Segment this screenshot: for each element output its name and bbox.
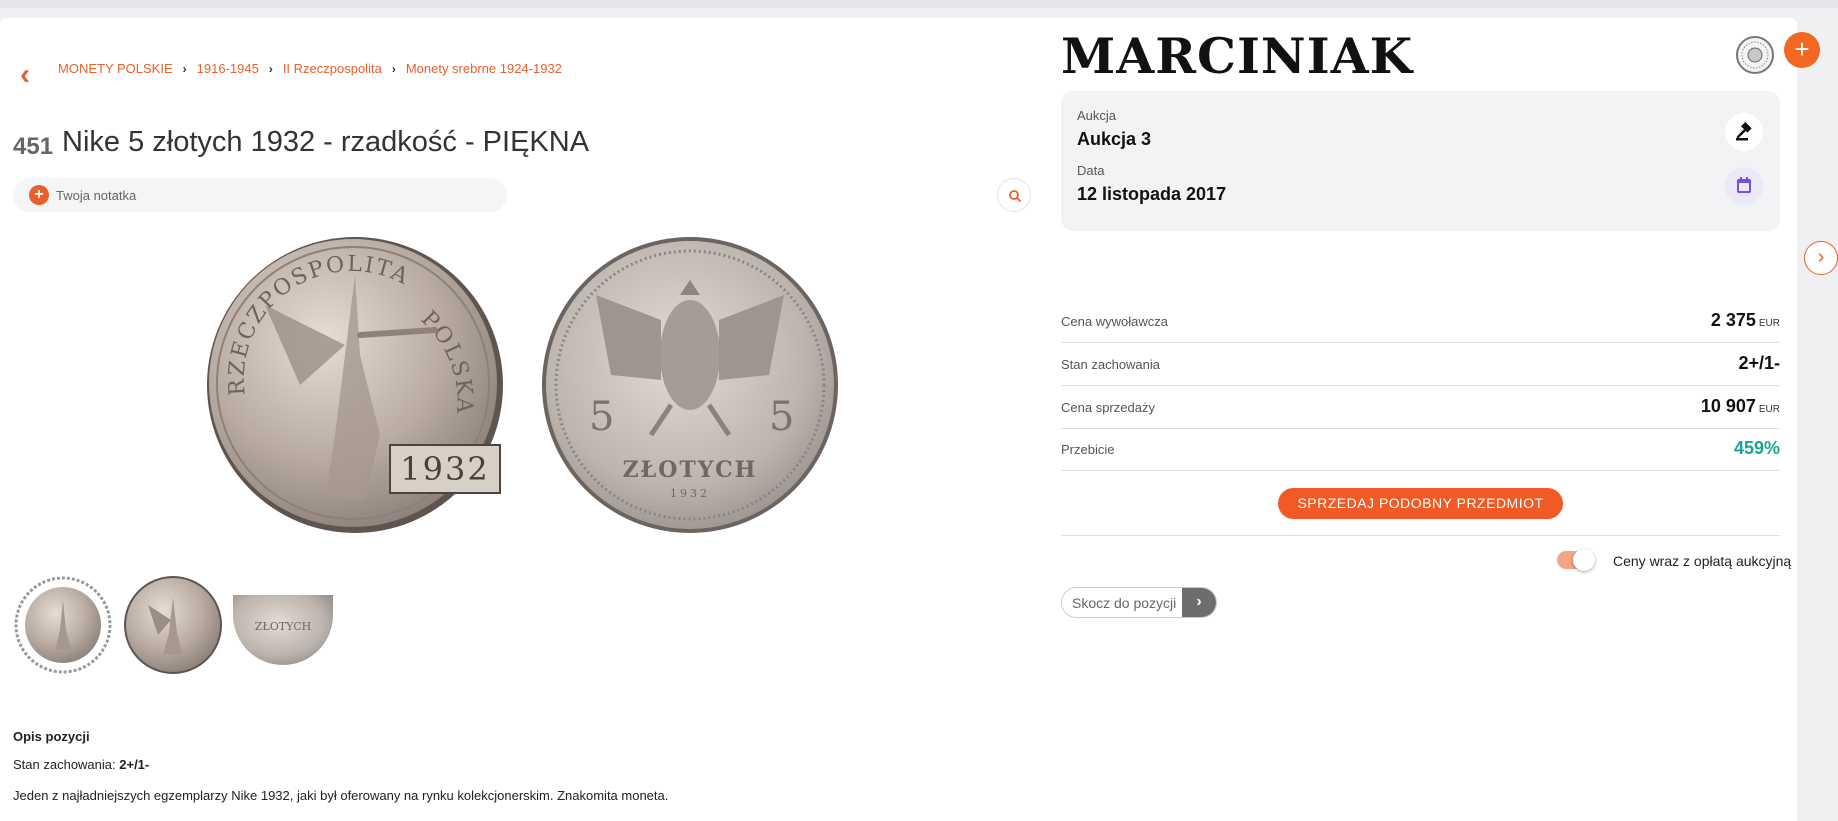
- note-field[interactable]: + Twoja notatka: [13, 178, 507, 212]
- breadcrumb-item-monety-polskie[interactable]: MONETY POLSKIE: [58, 61, 173, 76]
- breadcrumb: MONETY POLSKIE › 1916-1945 › II Rzeczpos…: [58, 61, 562, 76]
- gavel-icon[interactable]: [1725, 113, 1763, 151]
- thumbnail-3[interactable]: ZŁOTYCH: [233, 575, 333, 675]
- breadcrumb-item-monety-srebrne[interactable]: Monety srebrne 1924-1932: [406, 61, 562, 76]
- page-title: Nike 5 złotych 1932 - rzadkość - PIĘKNA: [62, 126, 590, 158]
- add-plus-icon[interactable]: +: [1784, 32, 1820, 68]
- next-lot-chevron-icon[interactable]: ›: [1804, 241, 1838, 275]
- svg-text:5: 5: [589, 394, 614, 440]
- description-title: Opis pozycji: [13, 729, 90, 744]
- chevron-right-icon[interactable]: ›: [1182, 588, 1216, 617]
- description-state: Stan zachowania: 2+/1-: [13, 757, 149, 772]
- date-value: 12 listopada 2017: [1077, 184, 1227, 204]
- zoom-button[interactable]: [997, 178, 1031, 212]
- coin-images[interactable]: RZECZPOSPOLITA POLSKA 1932 5 5 ZŁOTYCH 1…: [205, 235, 840, 535]
- back-chevron-icon[interactable]: ‹: [20, 60, 40, 91]
- detail-row-increase: Przebicie 459%: [1061, 428, 1780, 471]
- plus-icon: +: [29, 185, 49, 205]
- detail-row-sale-price: Cena sprzedaży 10 907 EUR: [1061, 386, 1780, 429]
- toggle-knob: [1573, 549, 1595, 571]
- detail-value: 10 907 EUR: [1700, 396, 1780, 416]
- auction-info-panel: Aukcja Aukcja 3 Data 12 listopada 2017: [1061, 91, 1780, 231]
- breadcrumb-separator: ›: [182, 61, 187, 76]
- description-text: Jeden z najładniejszych egzemplarzy Nike…: [13, 788, 669, 803]
- auction-house-logo[interactable]: MARCINIAK: [1061, 28, 1413, 84]
- description-state-label: Stan zachowania:: [13, 757, 116, 772]
- lot-number: 451: [13, 133, 54, 160]
- detail-value: 459%: [1733, 438, 1780, 458]
- magnifier-icon: [1009, 190, 1021, 202]
- svg-text:1932: 1932: [400, 450, 489, 488]
- detail-value: 2 375 EUR: [1710, 310, 1780, 330]
- jump-input[interactable]: [1062, 588, 1182, 617]
- breadcrumb-separator: ›: [391, 61, 396, 76]
- note-label: Twoja notatka: [56, 187, 137, 203]
- date-label: Data: [1077, 163, 1105, 178]
- detail-key: Stan zachowania: [1061, 357, 1161, 372]
- jump-to-lot: ›: [1061, 587, 1217, 618]
- divider: [1061, 535, 1780, 536]
- detail-value: 2+/1-: [1738, 353, 1780, 373]
- right-gutter: [1797, 18, 1838, 821]
- fee-toggle[interactable]: [1557, 549, 1595, 571]
- coin-reverse: 5 5 ZŁOTYCH 1932: [542, 237, 838, 533]
- breadcrumb-item-ii-rzeczpospolita[interactable]: II Rzeczpospolita: [283, 61, 382, 76]
- svg-text:1932: 1932: [670, 487, 710, 500]
- svg-text:5: 5: [769, 394, 794, 440]
- thumbnail-1[interactable]: [13, 575, 113, 675]
- top-strip: [0, 0, 1838, 8]
- sell-similar-button[interactable]: SPRZEDAJ PODOBNY PRZEDMIOT: [1278, 488, 1563, 519]
- detail-key: Cena sprzedaży: [1061, 400, 1155, 415]
- auction-label: Aukcja: [1077, 108, 1117, 123]
- auction-value[interactable]: Aukcja 3: [1077, 129, 1151, 150]
- detail-key: Przebicie: [1061, 442, 1115, 457]
- seal-icon: [1736, 36, 1774, 74]
- description-state-value: 2+/1-: [119, 757, 150, 772]
- breadcrumb-item-1916-1945[interactable]: 1916-1945: [197, 61, 259, 76]
- detail-row-condition: Stan zachowania 2+/1-: [1061, 343, 1780, 386]
- thumbnail-2[interactable]: [123, 575, 223, 675]
- detail-row-starting-price: Cena wywoławcza 2 375 EUR: [1061, 300, 1780, 343]
- svg-text:ZŁOTYCH: ZŁOTYCH: [623, 457, 758, 483]
- svg-text:ZŁOTYCH: ZŁOTYCH: [255, 620, 311, 633]
- breadcrumb-separator: ›: [268, 61, 273, 76]
- fee-toggle-label: Ceny wraz z opłatą aukcyjną: [1613, 553, 1792, 569]
- detail-key: Cena wywoławcza: [1061, 314, 1168, 329]
- calendar-icon[interactable]: [1725, 167, 1763, 205]
- coin-obverse: RZECZPOSPOLITA POLSKA 1932: [207, 237, 503, 533]
